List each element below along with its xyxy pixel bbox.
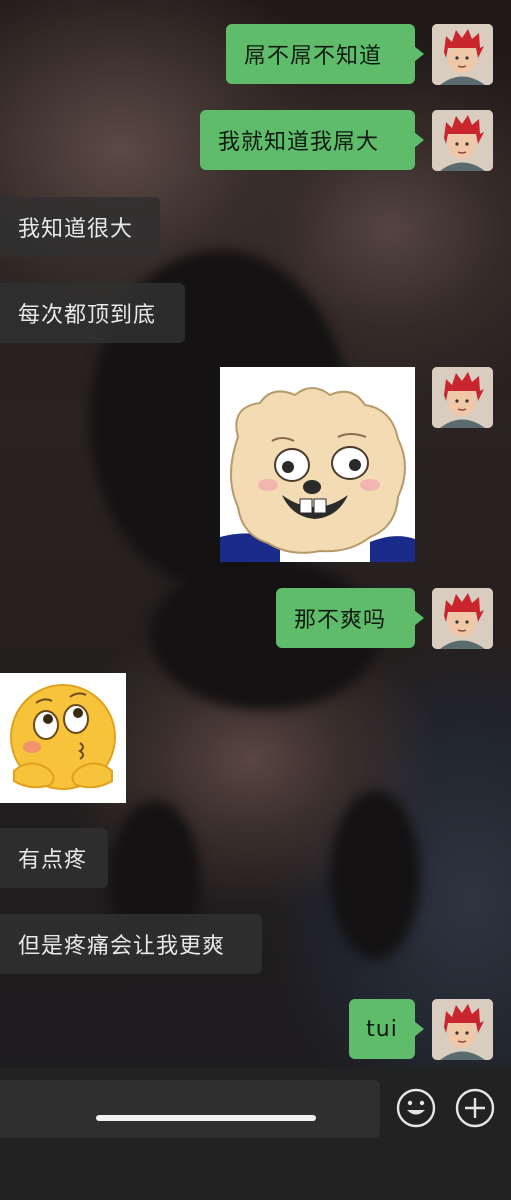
chat-input-bar: [0, 1068, 511, 1200]
my-avatar[interactable]: [432, 110, 493, 171]
received-message-bubble[interactable]: 我知道很大: [0, 197, 160, 257]
my-avatar[interactable]: [432, 588, 493, 649]
sent-message-bubble[interactable]: tui: [349, 999, 424, 1059]
my-avatar[interactable]: [432, 367, 493, 428]
shy-thinking-emoji-icon: [0, 673, 126, 803]
received-message-bubble[interactable]: 但是疼痛会让我更爽: [0, 914, 262, 974]
message-text: 但是疼痛会让我更爽: [18, 934, 226, 959]
home-indicator[interactable]: [96, 1115, 316, 1121]
my-avatar[interactable]: [432, 24, 493, 85]
avatar-cartoon-boy-icon: [432, 24, 493, 85]
sent-message-bubble[interactable]: 屌不屌不知道: [226, 24, 424, 84]
sheep-sticker[interactable]: [220, 367, 415, 562]
received-message-bubble[interactable]: 每次都顶到底: [0, 283, 185, 343]
emoji-sticker[interactable]: [0, 673, 126, 803]
emoji-button[interactable]: [396, 1088, 436, 1128]
message-text: tui: [366, 1016, 398, 1042]
message-text: 我就知道我屌大: [218, 130, 380, 155]
more-button[interactable]: [455, 1088, 495, 1128]
chat-screen: 屌不屌不知道 我就知道我屌大 我知道很大 每次都顶到底 那不爽吗 有点疼 但是疼…: [0, 0, 511, 1200]
sent-message-bubble[interactable]: 那不爽吗: [276, 588, 424, 648]
received-message-bubble[interactable]: 有点疼: [0, 828, 108, 888]
avatar-cartoon-boy-icon: [432, 588, 493, 649]
cartoon-sheep-face-icon: [220, 367, 415, 562]
avatar-cartoon-boy-icon: [432, 110, 493, 171]
message-text: 我知道很大: [18, 217, 134, 242]
message-text: 屌不屌不知道: [244, 44, 383, 69]
avatar-cartoon-boy-icon: [432, 367, 493, 428]
message-input[interactable]: [0, 1080, 380, 1138]
message-text: 每次都顶到底: [18, 303, 157, 328]
my-avatar[interactable]: [432, 999, 493, 1060]
sent-message-bubble[interactable]: 我就知道我屌大: [200, 110, 424, 170]
plus-circle-icon: [455, 1088, 495, 1128]
message-text: 有点疼: [18, 848, 88, 873]
message-text: 那不爽吗: [294, 608, 387, 633]
smiley-face-icon: [396, 1088, 436, 1128]
avatar-cartoon-boy-icon: [432, 999, 493, 1060]
